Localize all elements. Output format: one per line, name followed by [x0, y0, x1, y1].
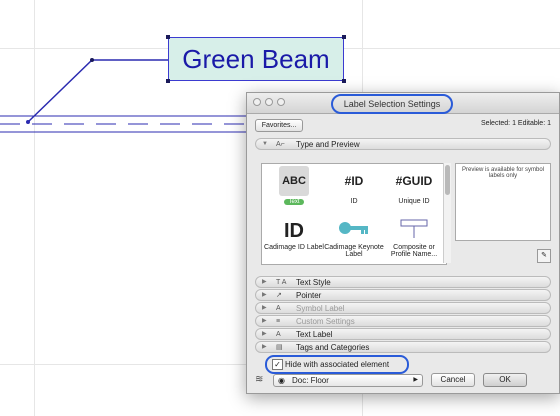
section-label: Pointer: [296, 291, 322, 300]
label-handle[interactable]: [342, 35, 346, 39]
section-label: Symbol Label: [296, 304, 345, 313]
label-handle[interactable]: [342, 79, 346, 83]
label-pointer-line: [27, 59, 170, 123]
hide-with-element-row[interactable]: ✓ Hide with associated element: [265, 355, 409, 374]
label-type-name: Cadimage ID Label: [264, 244, 324, 251]
disclosure-closed-icon: ▶: [262, 318, 267, 324]
ok-button[interactable]: OK: [483, 373, 527, 387]
titlebar: Label Selection Settings: [247, 93, 559, 114]
section-text-label[interactable]: ▶ A Text Label: [255, 328, 551, 340]
label-type-composite[interactable]: Composite or Profile Name...: [384, 218, 444, 258]
section-label: Text Style: [296, 278, 331, 287]
layer-value: Doc: Floor: [292, 376, 329, 385]
layers-icon: ≋: [255, 374, 264, 385]
hide-checkbox-label: Hide with associated element: [285, 360, 390, 369]
label-type-icon: A⌐: [276, 141, 285, 148]
section-pointer[interactable]: ▶ ↗ Pointer: [255, 289, 551, 301]
id-label-icon: #ID: [344, 174, 364, 188]
key-icon: [324, 218, 384, 244]
scroll-thumb[interactable]: [445, 165, 450, 195]
section-label: Custom Settings: [296, 317, 355, 326]
section-custom-settings: ▶ ≡ Custom Settings: [255, 315, 551, 327]
selection-info: Selected: 1 Editable: 1: [480, 120, 551, 127]
pointer-node-dot: [90, 58, 94, 62]
label-selection-settings-dialog: Label Selection Settings Favorites... Se…: [246, 92, 560, 394]
label-type-grid: ABC Text #ID ID #GUID Unique ID ID Cadim…: [261, 163, 447, 265]
label-type-name: Unique ID: [398, 198, 430, 205]
edit-label-icon[interactable]: ✎: [537, 249, 551, 263]
label-type-name: Composite or Profile Name...: [390, 244, 438, 258]
guid-label-icon: #GUID: [395, 174, 433, 188]
minimize-window-icon[interactable]: [265, 98, 273, 106]
selected-badge: Text: [284, 199, 304, 205]
section-label: Text Label: [296, 330, 333, 339]
section-symbol-label: ▶ A Symbol Label: [255, 302, 551, 314]
label-type-cadimage-id[interactable]: ID Cadimage ID Label: [264, 218, 324, 251]
disclosure-closed-icon: ▶: [262, 305, 267, 311]
close-window-icon[interactable]: [253, 98, 261, 106]
cancel-button[interactable]: Cancel: [431, 373, 475, 387]
zoom-window-icon[interactable]: [277, 98, 285, 106]
dropdown-arrow-icon: ▶: [413, 377, 418, 383]
custom-settings-icon: ≡: [276, 318, 281, 325]
section-label: Type and Preview: [296, 140, 360, 149]
pointer-icon: ↗: [276, 292, 282, 299]
disclosure-closed-icon: ▶: [262, 344, 267, 350]
beam-label-text: Green Beam: [182, 43, 330, 74]
disclosure-closed-icon: ▶: [262, 331, 267, 337]
label-type-name: Cadimage Keynote Label: [324, 244, 384, 258]
label-handle[interactable]: [166, 79, 170, 83]
section-label: Tags and Categories: [296, 343, 370, 352]
dialog-title: Label Selection Settings: [331, 94, 453, 114]
label-handle[interactable]: [166, 35, 170, 39]
symbol-label-icon: A: [276, 305, 281, 312]
green-beam-label[interactable]: Green Beam: [168, 37, 344, 81]
favorites-button[interactable]: Favorites...: [255, 119, 303, 132]
cadimage-id-icon: ID: [284, 220, 304, 242]
label-type-cadimage-keynote[interactable]: Cadimage Keynote Label: [324, 218, 384, 258]
disclosure-closed-icon: ▶: [262, 279, 267, 285]
disclosure-open-icon: ▼: [262, 141, 268, 147]
preview-message: Preview is available for symbol labels o…: [461, 167, 545, 179]
section-tags-categories[interactable]: ▶ ▤ Tags and Categories: [255, 341, 551, 353]
label-type-text[interactable]: ABC Text: [264, 166, 324, 205]
text-label-icon: ABC: [279, 166, 309, 196]
pointer-end-dot: [26, 120, 30, 124]
text-style-icon: T A: [276, 279, 287, 286]
label-type-unique-id[interactable]: #GUID Unique ID: [384, 172, 444, 205]
disclosure-closed-icon: ▶: [262, 292, 267, 298]
label-grid-scrollbar[interactable]: [443, 163, 451, 263]
layer-dropdown[interactable]: ◉ Doc: Floor ▶: [273, 374, 423, 387]
section-text-style[interactable]: ▶ T A Text Style: [255, 276, 551, 288]
type-preview-header[interactable]: ▼ A⌐ Type and Preview: [255, 138, 551, 150]
text-label-icon: A: [276, 331, 281, 338]
label-type-id[interactable]: #ID ID: [324, 172, 384, 205]
tags-icon: ▤: [276, 344, 283, 351]
composite-label-icon: [384, 218, 444, 244]
layer-bar: ≋ ◉ Doc: Floor ▶: [255, 374, 423, 387]
eye-icon: ◉: [278, 376, 285, 385]
preview-pane: Preview is available for symbol labels o…: [455, 163, 551, 241]
label-type-name: ID: [350, 198, 358, 205]
hide-checkbox[interactable]: ✓: [272, 359, 283, 370]
